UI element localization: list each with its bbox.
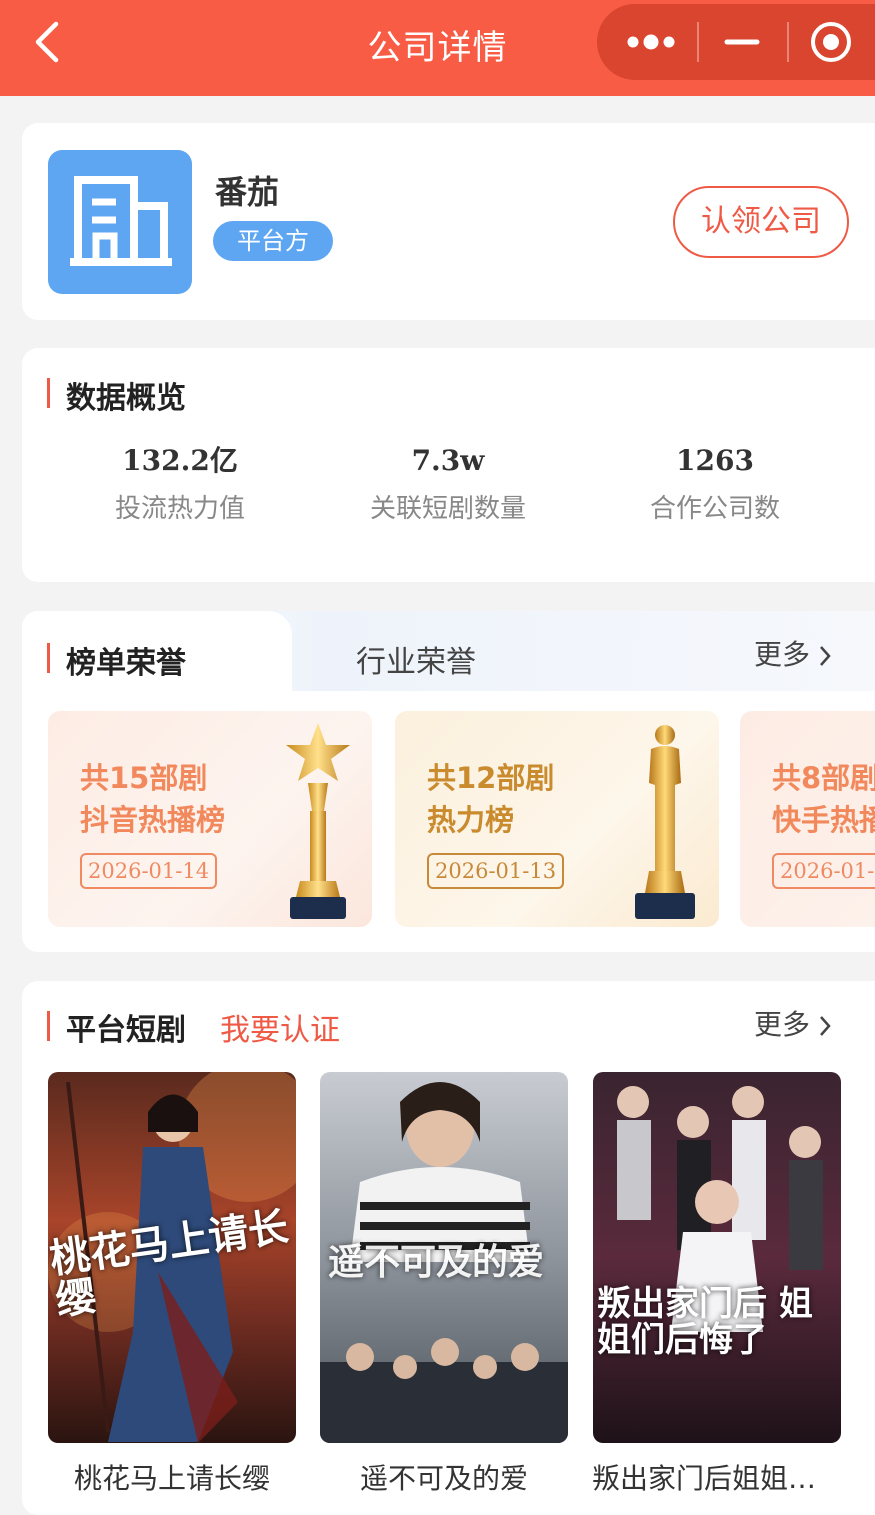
drama-poster[interactable]: 遥不可及的爱: [320, 1072, 568, 1443]
honor-list-name: 抖音热播榜: [80, 803, 226, 837]
honor-count: 共12部剧: [427, 761, 555, 795]
honor-card[interactable]: 共12部剧 热力榜 2026-01-13: [395, 711, 719, 927]
tab-industry-honors[interactable]: 行业荣誉: [356, 637, 476, 681]
star-trophy-icon: [286, 723, 350, 919]
drama-title[interactable]: 桃花马上请长缨: [47, 1457, 297, 1497]
honors-card: 榜单荣誉 行业荣誉 更多 共15部剧 抖音热播榜 2026-01-14 共12部…: [22, 611, 875, 952]
stat-label: 关联短剧数量: [369, 494, 526, 524]
honor-count: 共8部剧: [772, 761, 875, 795]
drama-poster[interactable]: 叛出家门后 姐姐们后悔了: [593, 1072, 841, 1443]
close-button[interactable]: [795, 4, 875, 80]
stat-label: 投流热力值: [114, 494, 245, 524]
company-card: 番茄 平台方 认领公司: [22, 123, 875, 320]
poster-overlay-title: 叛出家门后 姐姐们后悔了: [597, 1284, 813, 1360]
poster-overlay-title: 遥不可及的爱: [328, 1241, 545, 1283]
section-accent-bar: [47, 378, 50, 408]
more-button[interactable]: [617, 4, 707, 80]
drama-poster[interactable]: 桃花马上请长缨: [48, 1072, 296, 1443]
platform-dramas-card: 平台短剧 我要认证 更多 桃花马上请长缨 遥不可及的爱 叛出家门后 姐姐们后悔了…: [22, 981, 875, 1515]
chevron-right-icon: [820, 1016, 831, 1036]
company-logo: [48, 150, 192, 294]
stat-value: 132.2亿: [122, 444, 238, 477]
section-accent-bar: [47, 643, 50, 673]
target-circle-icon: [811, 22, 851, 62]
data-overview-card: 数据概览 132.2亿 投流热力值 7.3w 关联短剧数量 1263 合作公司数: [22, 348, 875, 582]
navbar: 公司详情: [0, 0, 875, 96]
section-title: 平台短剧: [66, 1013, 186, 1048]
verify-link[interactable]: 我要认证: [220, 1005, 340, 1049]
section-accent-bar: [47, 1011, 50, 1041]
drama-title[interactable]: 遥不可及的爱: [319, 1457, 569, 1497]
more-label: 更多: [754, 638, 811, 671]
dramas-more-link[interactable]: 更多: [754, 1003, 832, 1043]
stat-partners: 1263 合作公司数: [585, 444, 845, 525]
stat-heat: 132.2亿 投流热力值: [50, 444, 310, 525]
drama-poster-image: [593, 1072, 841, 1443]
company-type-tag: 平台方: [213, 221, 333, 261]
tab-rankings[interactable]: 榜单荣誉: [66, 638, 186, 682]
oscar-trophy-icon: [635, 725, 695, 919]
honor-card[interactable]: 共8部剧 快手热播榜 2026-01-12: [740, 711, 875, 927]
more-dots-icon: [627, 34, 675, 50]
minus-icon: [724, 39, 760, 45]
honor-date: 2026-01-13: [427, 853, 565, 889]
minimize-button[interactable]: [707, 4, 787, 80]
stat-value: 1263: [676, 444, 754, 477]
honor-card[interactable]: 共15部剧 抖音热播榜 2026-01-14: [48, 711, 372, 927]
honor-date: 2026-01-12: [772, 853, 875, 889]
honors-more-link[interactable]: 更多: [754, 633, 832, 673]
honor-date: 2026-01-14: [80, 853, 218, 889]
claim-company-button[interactable]: 认领公司: [673, 186, 849, 258]
mini-program-capsule: [597, 4, 875, 80]
honor-list-name: 热力榜: [427, 803, 515, 837]
more-label: 更多: [754, 1008, 811, 1041]
building-icon: [70, 176, 172, 266]
stat-value: 7.3w: [411, 444, 485, 477]
chevron-right-icon: [820, 646, 831, 666]
stat-label: 合作公司数: [649, 494, 780, 524]
honor-count: 共15部剧: [80, 761, 208, 795]
stat-dramas: 7.3w 关联短剧数量: [318, 444, 578, 525]
drama-title[interactable]: 叛出家门后姐姐们后悔了: [592, 1457, 842, 1497]
honor-list-name: 快手热播榜: [772, 803, 875, 837]
section-title: 数据概览: [66, 381, 186, 416]
company-name: 番茄: [215, 173, 280, 211]
